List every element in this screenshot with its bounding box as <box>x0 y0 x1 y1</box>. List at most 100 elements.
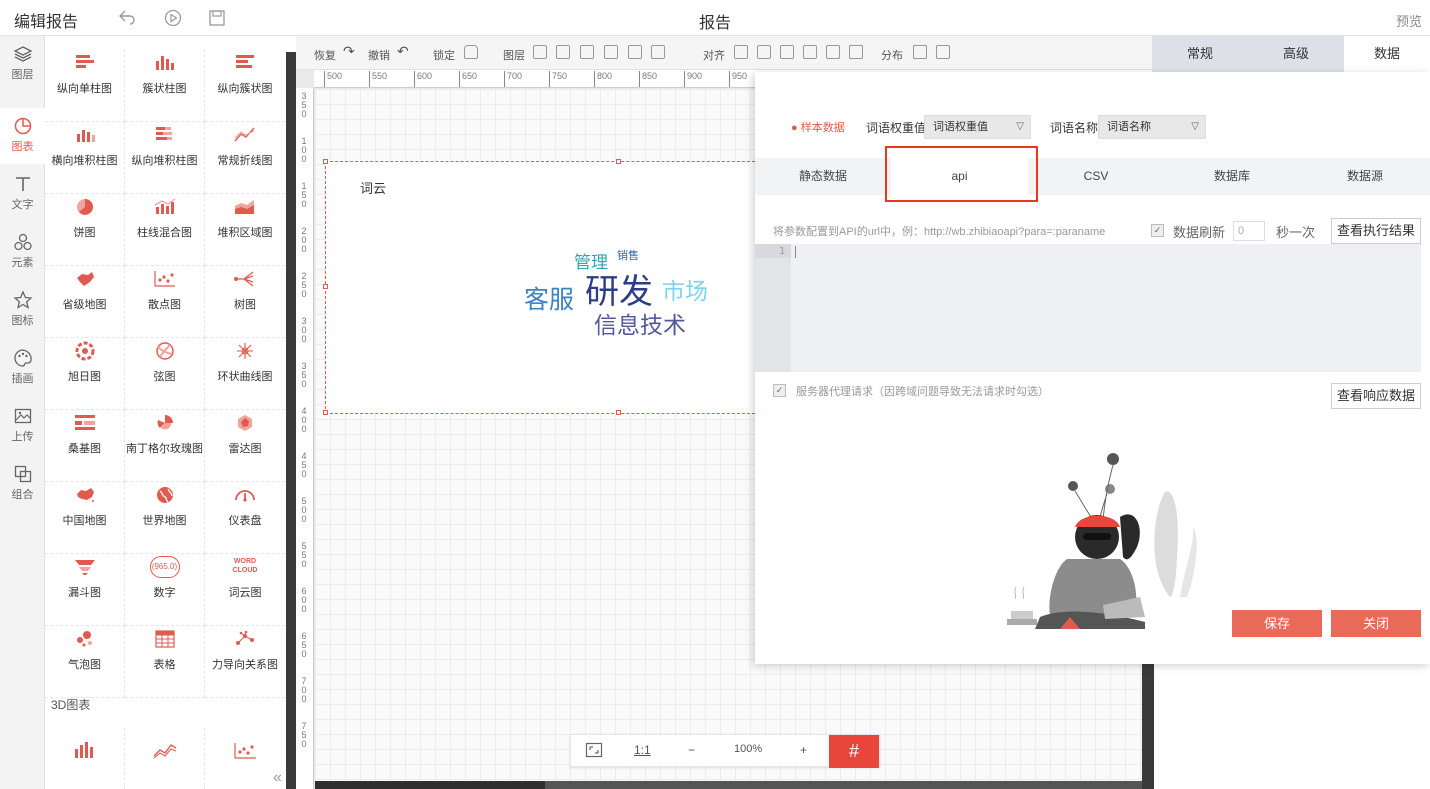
lock-button[interactable]: 锁定 <box>433 47 455 63</box>
component-stacked-bar[interactable]: 纵向堆积柱图 <box>125 122 205 194</box>
tab-database[interactable]: 数据库 <box>1164 158 1300 195</box>
ruler-tick: 200 <box>301 226 307 254</box>
nav-label: 文字 <box>11 199 34 211</box>
distribute-vertical-icon[interactable] <box>936 45 950 59</box>
resize-handle[interactable] <box>323 284 328 289</box>
resize-handle[interactable] <box>616 159 621 164</box>
tab-data[interactable]: 数据 <box>1344 36 1430 72</box>
resize-handle[interactable] <box>323 159 328 164</box>
component-force-graph[interactable]: 力导向关系图 <box>205 626 285 698</box>
nav-item-icons[interactable]: 图标 <box>0 282 45 338</box>
redo-button[interactable]: 恢复 <box>314 47 336 63</box>
play-icon[interactable] <box>164 9 182 27</box>
component-number[interactable]: (965.0) 数字 <box>125 554 205 626</box>
component-gauge[interactable]: 仪表盘 <box>205 482 285 554</box>
component-stacked-column[interactable]: 横向堆积柱图 <box>45 122 125 194</box>
ruler-tick: 700 <box>301 676 307 704</box>
save-button[interactable]: 保存 <box>1232 610 1322 637</box>
align-middle-icon[interactable] <box>826 45 840 59</box>
component-wordcloud[interactable]: WORD CLOUD 词云图 <box>205 554 285 626</box>
tab-advanced[interactable]: 高级 <box>1248 36 1344 72</box>
collapse-panel-icon[interactable]: « <box>273 769 282 787</box>
nav-item-layers[interactable]: 图层 <box>0 36 45 92</box>
refresh-interval-input[interactable]: 0 <box>1233 221 1265 241</box>
tab-general[interactable]: 常规 <box>1152 36 1248 72</box>
component-chord[interactable]: 弦图 <box>125 338 205 410</box>
weight-select[interactable]: 词语权重值 ▽ <box>924 115 1031 139</box>
lock-icon[interactable] <box>464 45 478 59</box>
component-clustered-bar[interactable]: 纵向簇状图 <box>205 50 285 122</box>
tab-csv[interactable]: CSV <box>1028 158 1164 195</box>
component-bar-line-combo[interactable]: 柱线混合图 <box>125 194 205 266</box>
component-ring-curve[interactable]: 环状曲线图 <box>205 338 285 410</box>
close-button[interactable]: 关闭 <box>1331 610 1421 637</box>
component-funnel[interactable]: 漏斗图 <box>45 554 125 626</box>
component-province-map[interactable]: 省级地图 <box>45 266 125 338</box>
component-tree[interactable]: 树图 <box>205 266 285 338</box>
delete-icon[interactable] <box>628 45 642 59</box>
nav-item-elements[interactable]: 元素 <box>0 224 45 280</box>
component-bubble[interactable]: 气泡图 <box>45 626 125 698</box>
preview-button[interactable]: 预览 <box>1396 11 1422 30</box>
view-response-button[interactable]: 查看响应数据 <box>1331 383 1421 409</box>
component-clustered-column[interactable]: 簇状柱图 <box>125 50 205 122</box>
nav-item-text[interactable]: 文字 <box>0 166 45 222</box>
layer-top-icon[interactable] <box>533 45 547 59</box>
property-tabs: 常规 高级 数据 <box>1152 36 1430 72</box>
fit-screen-icon[interactable] <box>585 741 603 762</box>
align-bottom-icon[interactable] <box>849 45 863 59</box>
code-editor[interactable]: 1 <box>755 244 1421 372</box>
distribute-horizontal-icon[interactable] <box>913 45 927 59</box>
layer-up-icon[interactable] <box>556 45 570 59</box>
grid-toggle-button[interactable]: # <box>829 735 879 768</box>
tab-static-data[interactable]: 静态数据 <box>755 158 891 195</box>
chart-icon <box>14 117 31 135</box>
undo-button[interactable]: 撤销 <box>368 47 390 63</box>
wordcloud-widget[interactable]: 词云 管理 销售 客服 研发 市场 信息技术 <box>323 159 765 415</box>
redo-icon[interactable]: ↷ <box>343 43 355 60</box>
undo-icon[interactable]: ↶ <box>397 43 409 60</box>
sample-data-label: ● 样本数据 <box>791 122 845 134</box>
component-scatter[interactable]: 散点图 <box>125 266 205 338</box>
component-nightingale-rose[interactable]: 南丁格尔玫瑰图 <box>125 410 205 482</box>
component-stacked-area[interactable]: 堆积区域图 <box>205 194 285 266</box>
component-3d-bar[interactable] <box>45 728 125 789</box>
component-sunburst[interactable]: 旭日图 <box>45 338 125 410</box>
zoom-in-button[interactable]: + <box>800 743 807 757</box>
layer-down-icon[interactable] <box>580 45 594 59</box>
nav-item-group[interactable]: 组合 <box>0 456 45 512</box>
sankey-icon <box>74 415 95 430</box>
component-line-chart[interactable]: 常规折线图 <box>205 122 285 194</box>
align-right-icon[interactable] <box>780 45 794 59</box>
save-icon[interactable] <box>208 9 226 27</box>
canvas-horizontal-scrollbar[interactable] <box>315 781 1142 789</box>
component-pie-chart[interactable]: 饼图 <box>45 194 125 266</box>
align-top-icon[interactable] <box>803 45 817 59</box>
refresh-checkbox[interactable]: ✓ <box>1151 224 1164 237</box>
component-sankey[interactable]: 桑基图 <box>45 410 125 482</box>
nav-item-illustrations[interactable]: 插画 <box>0 340 45 396</box>
view-result-button[interactable]: 查看执行结果 <box>1331 218 1421 244</box>
nav-item-charts[interactable]: 图表 <box>0 108 45 164</box>
resize-handle[interactable] <box>323 410 328 415</box>
component-bar-chart-horizontal[interactable]: 纵向单柱图 <box>45 50 125 122</box>
component-radar[interactable]: 雷达图 <box>205 410 285 482</box>
proxy-checkbox[interactable]: ✓ <box>773 384 786 397</box>
nav-item-upload[interactable]: 上传 <box>0 398 45 454</box>
layer-bottom-icon[interactable] <box>604 45 618 59</box>
component-3d-line[interactable] <box>125 728 205 789</box>
name-select[interactable]: 词语名称 ▽ <box>1098 115 1206 139</box>
resize-handle[interactable] <box>616 410 621 415</box>
scrollbar-thumb[interactable] <box>545 781 1142 789</box>
component-world-map[interactable]: 世界地图 <box>125 482 205 554</box>
align-left-icon[interactable] <box>734 45 748 59</box>
component-scrollbar[interactable] <box>286 52 296 789</box>
tab-datasource[interactable]: 数据源 <box>1300 158 1430 195</box>
copy-icon[interactable] <box>651 45 665 59</box>
component-table[interactable]: 表格 <box>125 626 205 698</box>
zoom-out-button[interactable]: − <box>688 743 695 757</box>
component-china-map[interactable]: 中国地图 <box>45 482 125 554</box>
actual-size-button[interactable]: 1:1 <box>634 743 651 757</box>
align-center-icon[interactable] <box>757 45 771 59</box>
back-icon[interactable] <box>118 9 136 27</box>
